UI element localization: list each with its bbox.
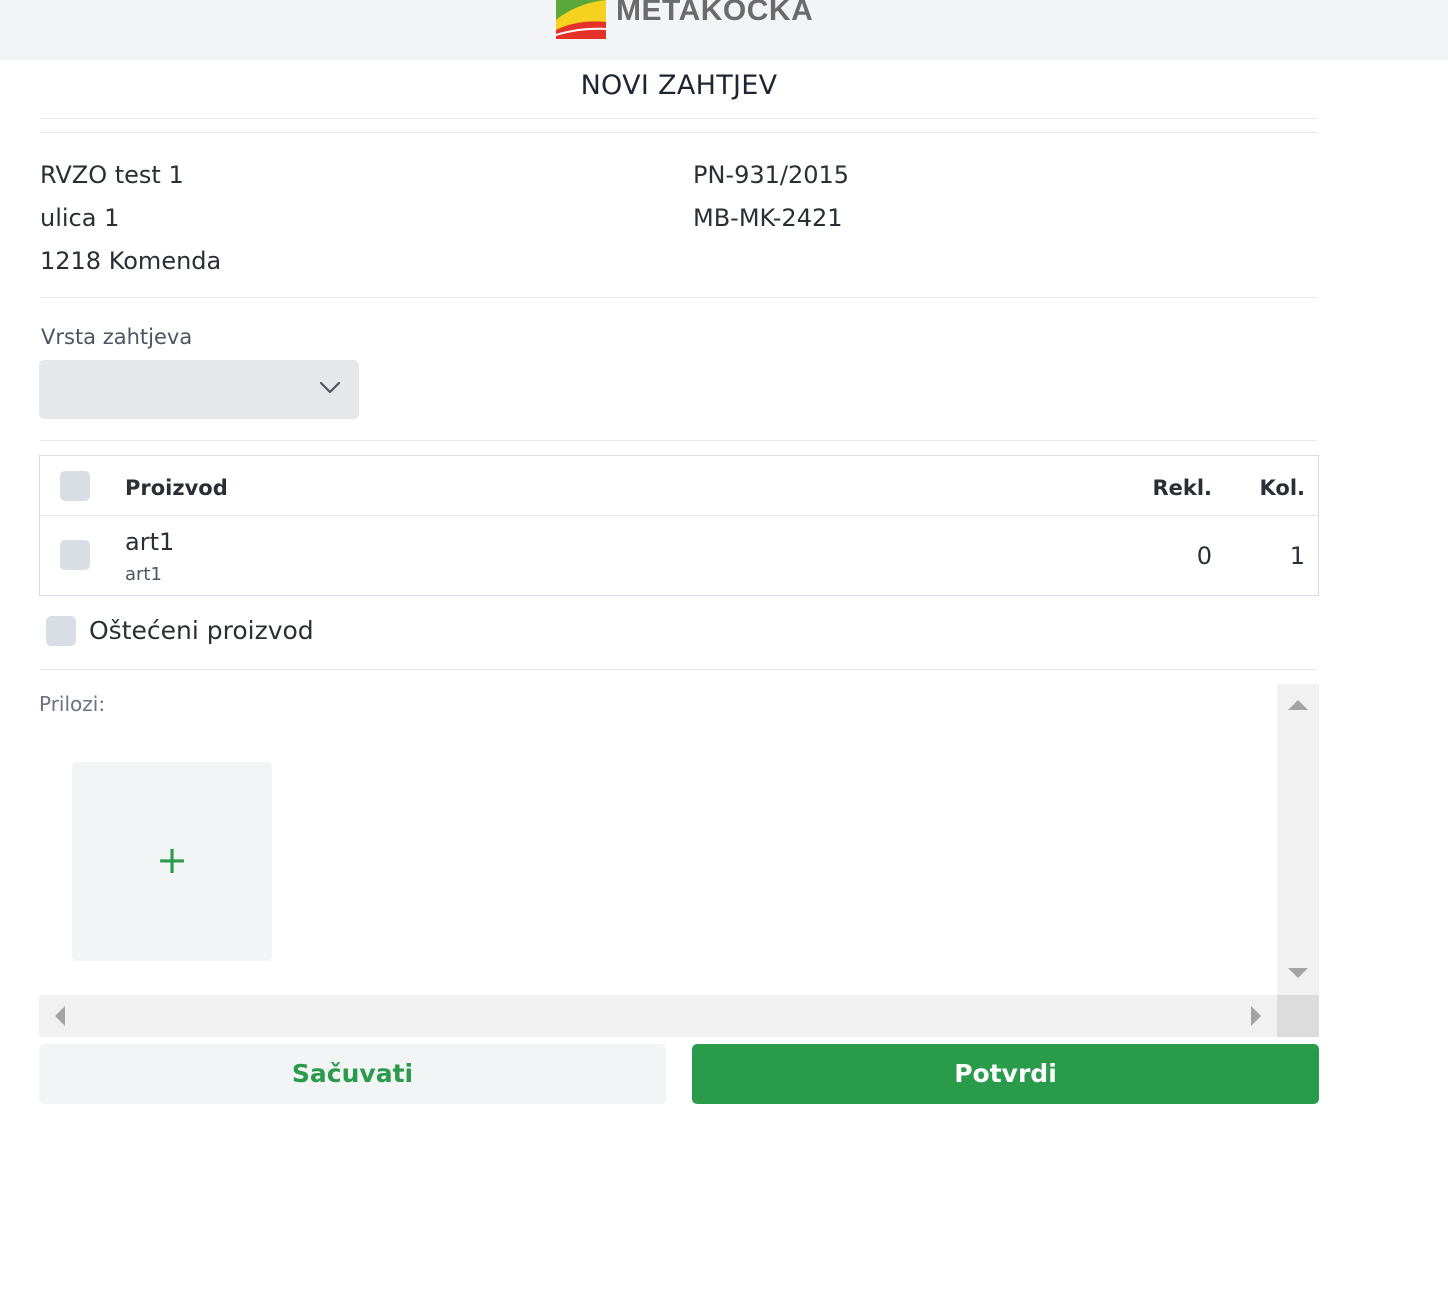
brand[interactable]: METAKOCKA [556,0,813,40]
add-attachment-button[interactable]: + [72,762,272,961]
damaged-product-checkbox[interactable] [46,616,76,646]
horizontal-scrollbar[interactable] [39,995,1277,1037]
request-type-select[interactable] [39,360,359,419]
table-row-divider [40,515,1318,516]
products-table: Proizvod Rekl. Kol. art1 art1 0 1 [39,455,1319,596]
divider [40,118,1317,119]
divider [40,440,1317,441]
scrollbar-corner [1277,995,1319,1037]
page-title: NOVI ZAHTJEV [580,70,778,101]
customer-name: RVZO test 1 [40,161,184,189]
scroll-left-icon[interactable] [55,1006,65,1026]
metakocka-logo-icon [556,0,606,39]
chevron-down-icon [319,381,341,394]
document-number: PN-931/2015 [693,161,850,189]
document-code: MB-MK-2421 [693,204,843,232]
damaged-product-label[interactable]: Oštećeni proizvod [89,616,314,645]
scroll-down-icon[interactable] [1288,968,1308,978]
plus-icon: + [156,838,188,882]
divider [40,669,1317,670]
vertical-scrollbar[interactable] [1277,684,1319,995]
product-code: art1 [125,564,162,585]
column-header-product: Proizvod [125,476,228,500]
product-name: art1 [125,528,175,556]
scroll-right-icon[interactable] [1251,1006,1261,1026]
divider [40,297,1317,298]
product-quantity: 1 [1289,542,1305,570]
brand-name: METAKOCKA [616,0,814,27]
column-header-claimed: Rekl. [1152,476,1212,500]
product-claimed[interactable]: 0 [1197,542,1212,570]
attachments-label: Prilozi: [39,692,106,716]
confirm-button[interactable]: Potvrdi [692,1044,1319,1104]
row-checkbox[interactable] [60,540,90,570]
divider [40,132,1317,133]
select-all-checkbox[interactable] [60,471,90,501]
save-button[interactable]: Sačuvati [39,1044,666,1104]
scroll-up-icon[interactable] [1288,700,1308,710]
column-header-quantity: Kol. [1259,476,1305,500]
customer-city: 1218 Komenda [40,247,222,275]
customer-street: ulica 1 [40,204,120,232]
top-bar: METAKOCKA [0,0,1448,60]
request-type-label: Vrsta zahtjeva [41,325,193,349]
